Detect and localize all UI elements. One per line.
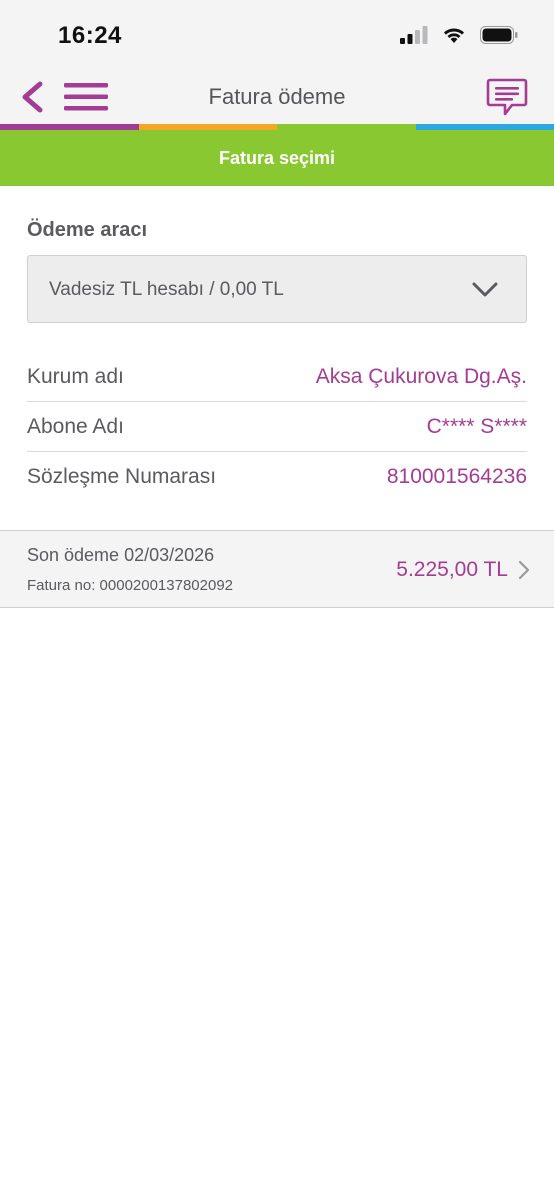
payment-method-select[interactable]: Vadesiz TL hesabı / 0,00 TL — [27, 255, 527, 323]
detail-value: 810001564236 — [386, 465, 527, 488]
nav-bar: Fatura ödeme — [0, 68, 554, 124]
step-label: Fatura seçimi — [218, 147, 336, 168]
wifi-icon — [444, 28, 464, 43]
battery-icon — [480, 26, 518, 44]
detail-label: Sözleşme Numarası — [27, 465, 217, 488]
signal-icon — [400, 26, 428, 44]
bill-due-date: Son ödeme 02/03/2026 — [27, 545, 215, 565]
detail-row-institution: Kurum adı Aksa Çukurova Dg.Aş. — [27, 352, 527, 402]
detail-label: Kurum adı — [27, 365, 124, 388]
step-header: Fatura seçimi — [0, 130, 554, 186]
payment-method-label: Ödeme aracı — [27, 219, 148, 241]
chat-icon[interactable] — [486, 76, 528, 118]
bill-list-item[interactable]: Son ödeme 02/03/2026 Fatura no: 00002001… — [0, 530, 554, 608]
chevron-right-icon — [518, 560, 530, 580]
detail-value: C**** S**** — [426, 415, 527, 438]
status-time: 16:24 — [58, 22, 122, 49]
status-icons — [400, 26, 518, 44]
detail-label: Abone Adı — [27, 415, 124, 438]
detail-row-subscriber: Abone Adı C**** S**** — [27, 402, 527, 452]
bill-number: Fatura no: 0000200137802092 — [27, 577, 234, 594]
detail-value: Aksa Çukurova Dg.Aş. — [315, 365, 527, 388]
bill-amount: 5.225,00 TL — [396, 558, 508, 581]
chevron-down-icon — [472, 282, 498, 297]
status-bar: 16:24 — [0, 0, 554, 68]
page-title: Fatura ödeme — [208, 84, 346, 109]
payment-method-selected-value: Vadesiz TL hesabı / 0,00 TL — [49, 279, 284, 300]
detail-row-contract: Sözleşme Numarası 810001564236 — [27, 452, 527, 502]
